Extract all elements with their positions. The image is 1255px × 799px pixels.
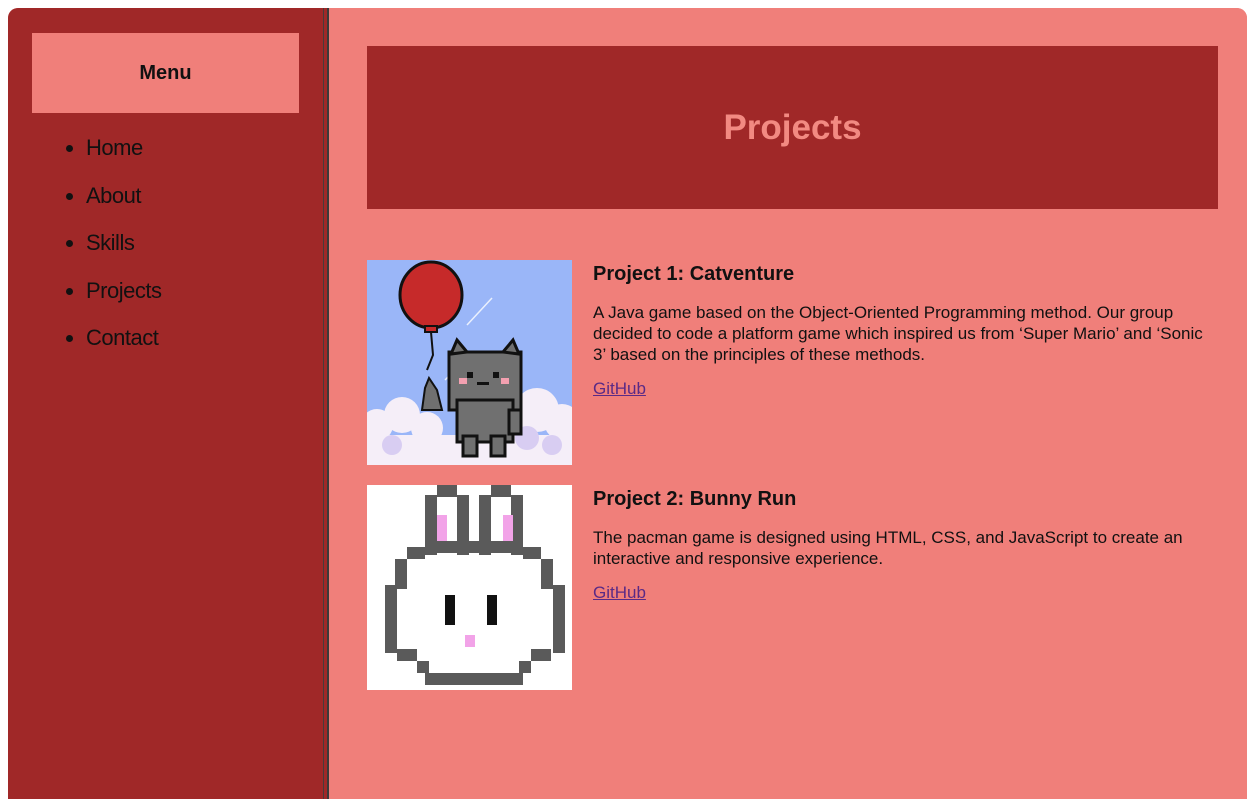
github-link[interactable]: GitHub [593, 379, 646, 399]
sidebar-item-label[interactable]: About [86, 183, 142, 208]
sidebar-item-label[interactable]: Projects [86, 278, 162, 303]
page-title: Projects [367, 46, 1218, 209]
menu-title: Menu [32, 33, 299, 113]
sidebar-item-home[interactable]: Home [86, 130, 161, 178]
cat-balloon-image [367, 260, 572, 465]
sidebar-item-projects[interactable]: Projects [86, 273, 162, 321]
sidebar-item-label[interactable]: Home [86, 135, 143, 160]
sidebar-item-skills[interactable]: Skills [86, 225, 161, 273]
sidebar-item-about[interactable]: About [86, 178, 161, 226]
project-description: The pacman game is designed using HTML, … [593, 528, 1183, 568]
project-description: A Java game based on the Object-Oriented… [593, 303, 1203, 364]
page-frame: Menu Home About Skills Projects Contact … [8, 8, 1247, 799]
sidebar-item-label[interactable]: Skills [86, 230, 135, 255]
project-body: Project 2: Bunny Run The pacman game is … [593, 485, 1203, 603]
bunny-image [367, 485, 572, 690]
project-title: Project 1: Catventure [593, 263, 795, 285]
project-title: Project 2: Bunny Run [593, 488, 797, 510]
sidebar: Menu Home About Skills Projects Contact [8, 8, 323, 799]
project-body: Project 1: Catventure A Java game based … [593, 260, 1203, 399]
sidebar-item-label[interactable]: Contact [86, 325, 159, 350]
sidebar-item-contact[interactable]: Contact [86, 320, 161, 368]
menu-list: Home About Skills Projects Contact [8, 130, 162, 368]
main-content: Projects Project 1: Catventure A Java ga… [329, 8, 1247, 799]
github-link[interactable]: GitHub [593, 583, 646, 603]
